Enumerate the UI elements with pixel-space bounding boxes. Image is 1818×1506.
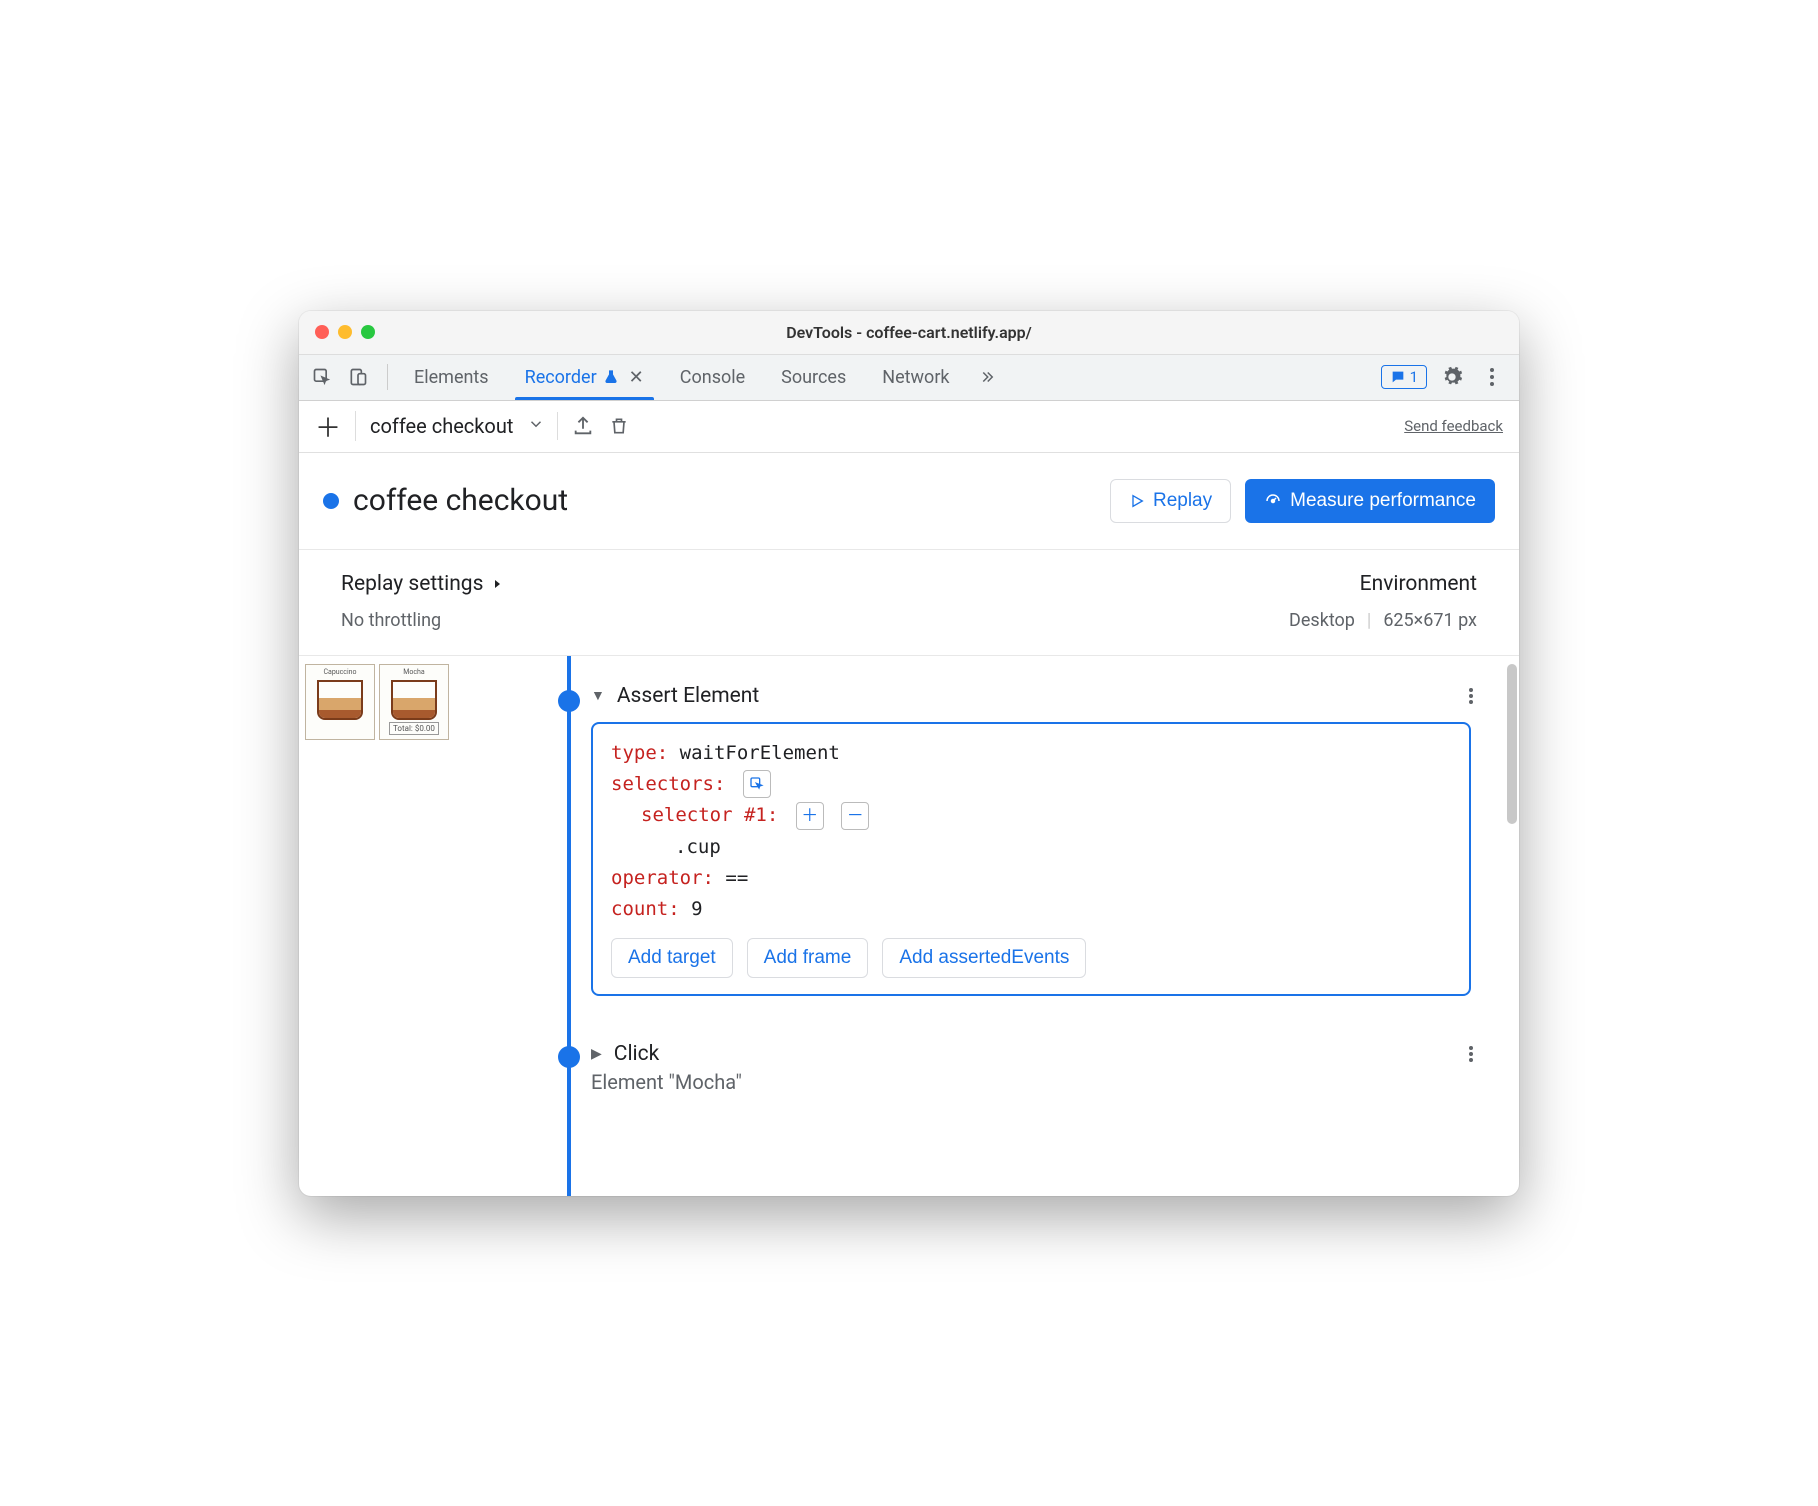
close-tab-icon[interactable]: ✕: [629, 367, 644, 388]
steps-timeline: ▼ Assert Element type: waitForElement se…: [459, 656, 1519, 1196]
prop-key: selector #1: [641, 804, 767, 826]
close-window-button[interactable]: [315, 325, 329, 339]
tab-label: Recorder: [525, 367, 597, 388]
separator: |: [1367, 610, 1371, 631]
prop-key: operator: [611, 867, 703, 889]
prop-value[interactable]: 9: [691, 898, 702, 920]
step-subtitle: Element "Mocha": [591, 1070, 1479, 1094]
step-title: Click: [614, 1042, 660, 1066]
minimize-window-button[interactable]: [338, 325, 352, 339]
zoom-window-button[interactable]: [361, 325, 375, 339]
send-feedback-link[interactable]: Send feedback: [1404, 417, 1503, 435]
tab-label: Network: [882, 367, 949, 388]
add-frame-button[interactable]: Add frame: [747, 938, 869, 978]
chevron-right-icon: ▶: [591, 1046, 602, 1062]
scrollbar[interactable]: [1507, 664, 1517, 824]
recording-title: coffee checkout: [353, 483, 1110, 518]
selector-value[interactable]: .cup: [675, 836, 721, 858]
step-marker-icon: [558, 1046, 580, 1068]
viewport-value: 625×671 px: [1383, 610, 1477, 631]
add-target-button[interactable]: Add target: [611, 938, 733, 978]
measure-label: Measure performance: [1290, 490, 1476, 512]
tab-sources[interactable]: Sources: [763, 355, 864, 400]
prop-value[interactable]: ==: [725, 867, 748, 889]
thumb-label: Capuccino: [323, 668, 356, 676]
settings-gear-icon[interactable]: [1437, 362, 1467, 392]
thumb-label: Mocha: [403, 668, 424, 676]
separator: [387, 364, 388, 390]
prop-key: type: [611, 742, 657, 764]
replay-label: Replay: [1153, 490, 1212, 512]
separator: [557, 412, 558, 440]
recording-selector-label: coffee checkout: [370, 414, 513, 438]
recording-header: coffee checkout Replay Measure performan…: [299, 453, 1519, 550]
separator: [355, 411, 356, 441]
step-menu-icon[interactable]: [1469, 688, 1473, 704]
thumbnail[interactable]: Mocha Total: $0.00: [379, 664, 449, 740]
recorder-toolbar: ＋ coffee checkout Send feedback: [299, 401, 1519, 453]
inspect-icon[interactable]: [307, 362, 337, 392]
tab-console[interactable]: Console: [662, 355, 763, 400]
status-dot-icon: [323, 493, 339, 509]
replay-settings-toggle[interactable]: Replay settings: [341, 572, 1249, 596]
cup-icon: [391, 680, 437, 720]
settings-row: Replay settings No throttling Environmen…: [299, 550, 1519, 656]
throttling-value: No throttling: [341, 610, 1249, 631]
measure-performance-button[interactable]: Measure performance: [1245, 479, 1495, 523]
device-toggle-icon[interactable]: [343, 362, 373, 392]
remove-selector-button[interactable]: －: [841, 802, 869, 830]
step-header[interactable]: ▶ Click: [591, 1042, 1479, 1066]
thumb-total: Total: $0.00: [389, 722, 439, 735]
chevron-down-icon: ▼: [591, 687, 605, 704]
tab-elements[interactable]: Elements: [396, 355, 507, 400]
titlebar: DevTools - coffee-cart.netlify.app/: [299, 311, 1519, 355]
cup-icon: [317, 680, 363, 720]
add-selector-button[interactable]: ＋: [796, 802, 824, 830]
replay-settings-label: Replay settings: [341, 572, 483, 596]
gauge-icon: [1264, 492, 1282, 510]
tab-network[interactable]: Network: [864, 355, 967, 400]
step-header[interactable]: ▼ Assert Element: [591, 684, 1479, 708]
window-title: DevTools - coffee-cart.netlify.app/: [299, 323, 1519, 342]
recording-selector-dropdown[interactable]: [527, 415, 545, 437]
device-value: Desktop: [1289, 610, 1355, 631]
step-click: ▶ Click Element "Mocha": [569, 1042, 1479, 1094]
new-recording-button[interactable]: ＋: [315, 413, 341, 439]
chat-icon: [1390, 369, 1406, 385]
play-icon: [1129, 493, 1145, 509]
environment-label: Environment: [1289, 572, 1477, 596]
chevron-right-double-icon: [978, 368, 996, 386]
chevron-right-icon: [491, 578, 503, 590]
flask-icon: [603, 369, 619, 385]
prop-key: count: [611, 898, 668, 920]
panel-tabbar: Elements Recorder ✕ Console Sources Netw…: [299, 355, 1519, 401]
replay-button[interactable]: Replay: [1110, 479, 1231, 523]
prop-value[interactable]: waitForElement: [680, 742, 840, 764]
thumbnail[interactable]: Capuccino: [305, 664, 375, 740]
screenshot-thumbnails: Capuccino Mocha Total: $0.00: [299, 656, 459, 1196]
timeline-content: Capuccino Mocha Total: $0.00 ▼ Assert El…: [299, 656, 1519, 1196]
pick-selector-button[interactable]: [743, 770, 771, 798]
more-menu-icon[interactable]: [1477, 362, 1507, 392]
tab-label: Elements: [414, 367, 489, 388]
traffic-lights: [315, 325, 375, 339]
step-details: type: waitForElement selectors: selector…: [591, 722, 1471, 996]
step-marker-icon: [558, 690, 580, 712]
step-title: Assert Element: [617, 684, 759, 708]
delete-button[interactable]: [606, 413, 632, 439]
issues-badge[interactable]: 1: [1381, 365, 1427, 389]
devtools-window: DevTools - coffee-cart.netlify.app/ Elem…: [299, 311, 1519, 1196]
export-button[interactable]: [570, 413, 596, 439]
add-asserted-events-button[interactable]: Add assertedEvents: [882, 938, 1086, 978]
tab-label: Sources: [781, 367, 846, 388]
issues-count: 1: [1410, 368, 1418, 386]
step-assert-element: ▼ Assert Element type: waitForElement se…: [569, 684, 1479, 996]
tabs-overflow[interactable]: [968, 355, 1006, 400]
tab-label: Console: [680, 367, 745, 388]
step-menu-icon[interactable]: [1469, 1046, 1473, 1062]
prop-key: selectors: [611, 773, 714, 795]
tab-recorder[interactable]: Recorder ✕: [507, 355, 662, 400]
